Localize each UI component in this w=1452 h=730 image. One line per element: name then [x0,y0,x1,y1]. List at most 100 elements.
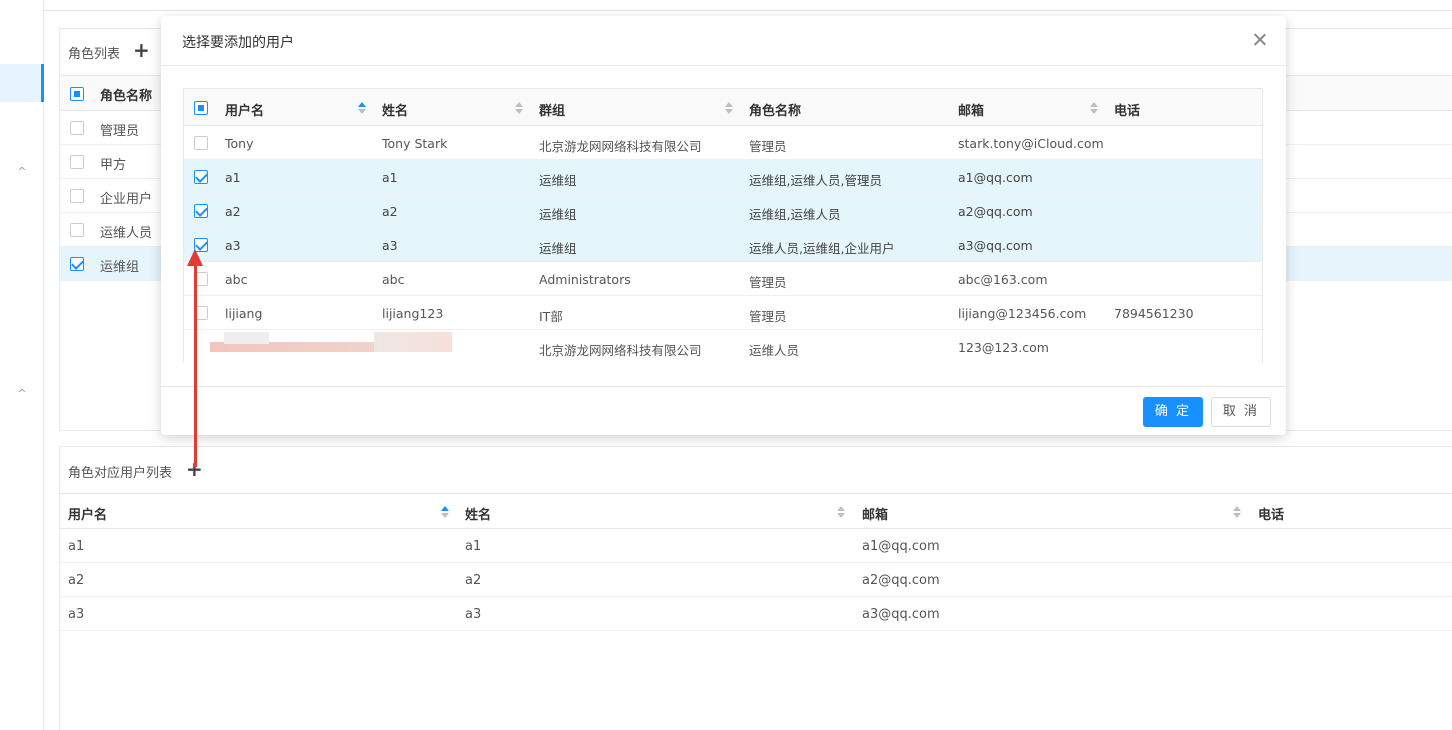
role-checkbox[interactable] [70,223,84,237]
table-row[interactable]: a2 a2 运维组 运维组,运维人员 a2@qq.com [184,194,1262,228]
sort-icon[interactable] [725,102,733,114]
table-row[interactable]: a1 a1 运维组 运维组,运维人员,管理员 a1@qq.com [184,160,1262,194]
sort-icon[interactable] [1090,102,1098,114]
row-checkbox[interactable] [194,136,208,150]
annotation-arrow-line [194,262,197,467]
cell-name: Tony Stark [382,136,448,151]
cell-name: a1 [382,170,398,185]
cell-group: 运维组 [539,173,577,188]
table-row[interactable]: Tony Tony Stark 北京游龙网网络科技有限公司 管理员 stark.… [184,126,1262,160]
select-all-checkbox[interactable] [194,101,208,115]
sidebar-active-item[interactable] [0,64,44,102]
cell-email: 123@123.com [958,340,1049,355]
user-username: a3 [68,607,85,622]
user-name: a3 [465,607,482,622]
user-email: a1@qq.com [862,539,940,554]
table-row[interactable]: abc abc Administrators 管理员 abc@163.com [184,262,1262,296]
table-row[interactable]: a3 a3 运维组 运维人员,运维组,企业用户 a3@qq.com [184,228,1262,262]
annotation-arrow-head-icon [187,249,203,266]
cell-name: a2 [382,204,398,219]
sort-icon[interactable] [837,506,845,518]
role-checkbox[interactable] [70,155,84,169]
cell-username: a3 [225,238,241,253]
cell-email: a1@qq.com [958,170,1033,185]
role-list-title: 角色列表 [68,47,121,62]
row-checkbox[interactable] [194,204,208,218]
cell-username: a1 [225,170,241,185]
cell-name: a3 [382,238,398,253]
table-row[interactable]: 北京游龙网网络科技有限公司 运维人员 123@123.com [184,330,1262,364]
cell-group: IT部 [539,309,563,324]
dialog-header-divider [161,65,1286,66]
user-email: a3@qq.com [862,607,940,622]
cell-email: stark.tony@iCloud.com [958,136,1104,151]
cell-role: 运维组,运维人员,管理员 [749,173,882,188]
user-select-table: 用户名 姓名 群组 角色名称 邮箱 电话 Tony Tony Stark 北京游… [183,88,1263,364]
cell-role: 管理员 [749,275,787,290]
cell-role: 运维人员,运维组,企业用户 [749,241,895,256]
column-email[interactable]: 邮箱 [958,100,984,119]
sort-icon[interactable] [515,102,523,114]
add-user-dialog: 选择要添加的用户 用户名 姓名 群组 角色名称 邮箱 电话 Tony Tony … [161,16,1286,435]
sort-icon[interactable] [441,506,449,518]
table-row[interactable]: lijiang lijiang123 IT部 管理员 lijiang@12345… [184,296,1262,330]
chevron-up-icon[interactable]: ^ [16,166,28,178]
dialog-footer-divider [161,386,1286,387]
cell-group: 北京游龙网网络科技有限公司 [539,343,702,358]
column-name[interactable]: 姓名 [382,100,408,119]
column-name[interactable]: 姓名 [465,504,491,523]
cell-username: a2 [225,204,241,219]
user-username: a2 [68,573,85,588]
cell-name: lijiang123 [382,306,444,321]
chevron-up-icon[interactable]: ^ [16,388,28,400]
cell-username: Tony [225,136,254,151]
row-checkbox[interactable] [194,170,208,184]
cancel-button[interactable]: 取 消 [1211,397,1271,427]
column-phone[interactable]: 电话 [1258,504,1284,523]
close-icon[interactable] [1250,30,1270,50]
cell-role: 运维组,运维人员 [749,207,841,222]
column-role[interactable]: 角色名称 [749,100,801,119]
sort-icon[interactable] [358,102,366,114]
redacted-name [374,332,452,352]
add-role-icon[interactable]: + [133,40,150,60]
cell-email: a2@qq.com [958,204,1033,219]
column-username[interactable]: 用户名 [68,504,107,523]
cell-group: Administrators [539,272,631,287]
cell-name: abc [382,272,405,287]
cell-group: 运维组 [539,241,577,256]
table-row[interactable]: a3 a3 a3@qq.com [60,597,1452,631]
sidebar: ^ ^ [0,0,44,730]
role-name: 企业用户 [100,192,153,207]
cell-username: abc [225,272,248,287]
column-email[interactable]: 邮箱 [862,504,888,523]
sort-icon[interactable] [1233,506,1241,518]
cell-email: abc@163.com [958,272,1048,287]
column-username[interactable]: 用户名 [225,100,264,119]
role-checkbox[interactable] [70,189,84,203]
column-group[interactable]: 群组 [539,100,565,119]
dialog-title: 选择要添加的用户 [182,35,294,51]
role-name: 运维组 [100,260,140,275]
cell-username: lijiang [225,306,263,321]
confirm-button[interactable]: 确 定 [1143,397,1203,427]
table-row[interactable]: a1 a1 a1@qq.com [60,529,1452,563]
table-row[interactable]: a2 a2 a2@qq.com [60,563,1452,597]
cell-group: 北京游龙网网络科技有限公司 [539,139,702,154]
role-checkbox[interactable] [70,121,84,135]
role-name: 管理员 [100,124,140,139]
role-name: 运维人员 [100,226,153,241]
user-username: a1 [68,539,85,554]
user-name: a1 [465,539,482,554]
cell-email: lijiang@123456.com [958,306,1087,321]
role-name-header: 角色名称 [100,89,153,104]
cell-role: 运维人员 [749,343,800,358]
select-all-roles-checkbox[interactable] [70,87,84,101]
role-checkbox[interactable] [70,257,84,271]
cell-role: 管理员 [749,309,787,324]
user-name: a2 [465,573,482,588]
user-email: a2@qq.com [862,573,940,588]
redacted-username [224,332,269,344]
column-phone[interactable]: 电话 [1114,100,1140,119]
role-name: 甲方 [100,158,127,173]
